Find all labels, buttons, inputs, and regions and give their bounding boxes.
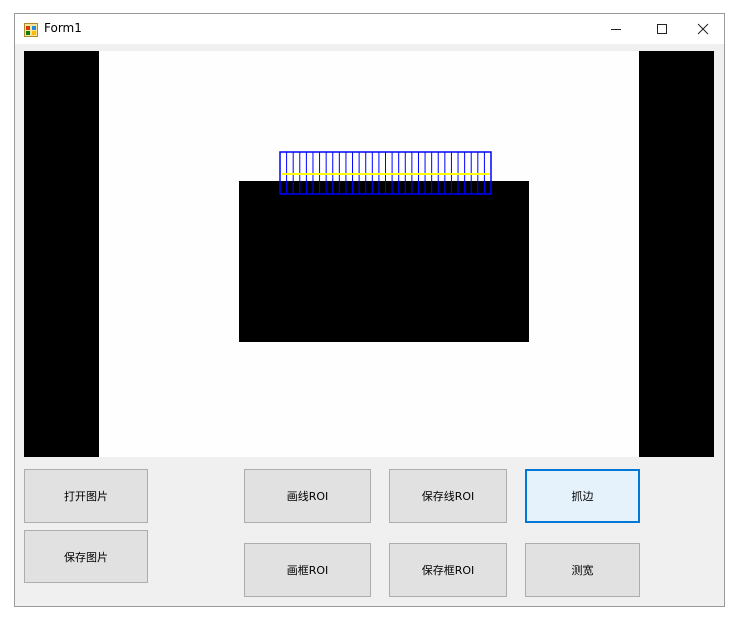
black-rectangle-object — [239, 181, 529, 342]
main-window: Form1 打开图片 保存图片 画线ROI 保存线ROI 抓边 画框ROI 保存… — [14, 13, 725, 607]
maximize-button[interactable] — [639, 14, 685, 44]
grab-edge-button[interactable]: 抓边 — [525, 469, 640, 523]
draw-rect-roi-button[interactable]: 画框ROI — [244, 543, 371, 597]
save-line-roi-button[interactable]: 保存线ROI — [389, 469, 507, 523]
left-letterbox-bar — [24, 51, 99, 457]
close-button[interactable] — [680, 14, 726, 44]
open-image-button[interactable]: 打开图片 — [24, 469, 148, 523]
save-rect-roi-button[interactable]: 保存框ROI — [389, 543, 507, 597]
minimize-icon — [611, 29, 621, 30]
draw-line-roi-button[interactable]: 画线ROI — [244, 469, 371, 523]
maximize-icon — [657, 24, 667, 34]
image-display-picturebox[interactable] — [24, 51, 714, 457]
image-canvas — [24, 51, 714, 457]
right-letterbox-bar — [639, 51, 714, 457]
close-icon — [697, 23, 709, 35]
save-image-button[interactable]: 保存图片 — [24, 530, 148, 583]
title-bar[interactable]: Form1 — [15, 14, 724, 44]
minimize-button[interactable] — [593, 14, 639, 44]
app-form-icon — [24, 22, 38, 37]
measure-width-button[interactable]: 测宽 — [525, 543, 640, 597]
window-title: Form1 — [44, 21, 82, 35]
